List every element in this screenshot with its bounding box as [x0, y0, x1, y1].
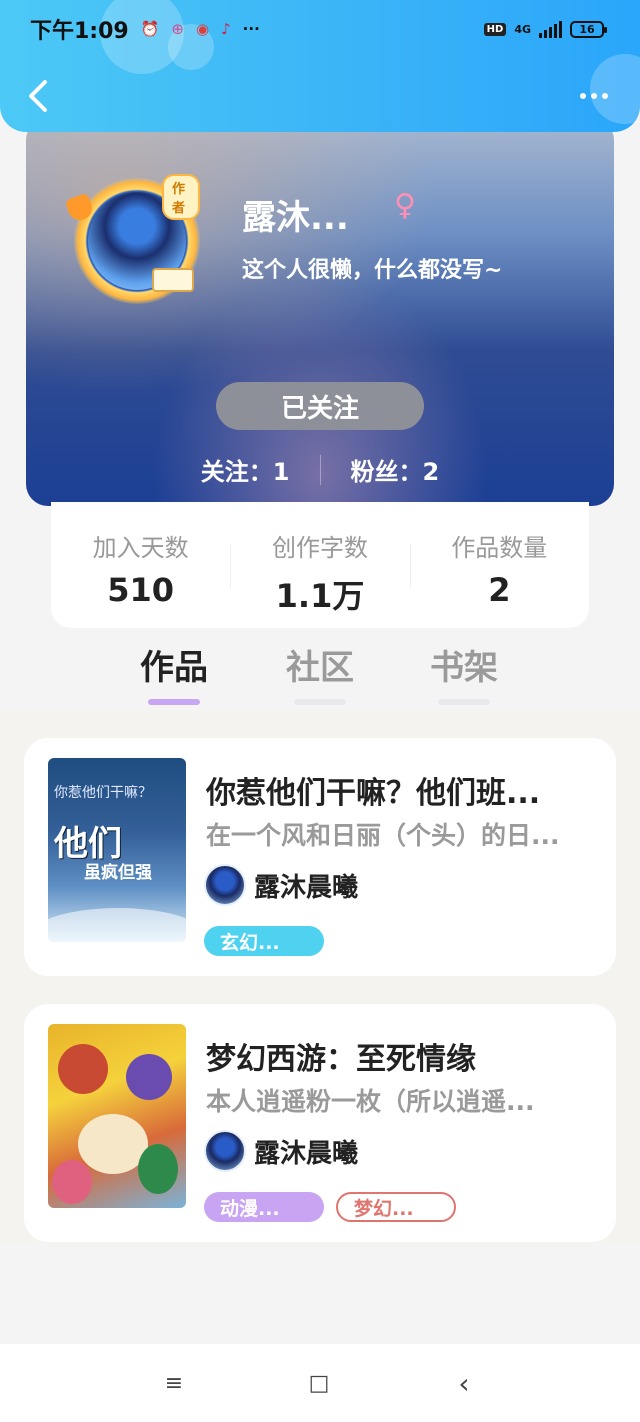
stat-value: 2	[488, 571, 511, 609]
female-icon: ♀	[394, 188, 416, 223]
network-type: 4G	[514, 22, 531, 36]
avatar	[204, 864, 246, 906]
author-stats-panel: 加入天数 510 创作字数 1.1万 作品数量 2	[51, 502, 589, 628]
author-name: 露沐晨曦	[254, 1138, 359, 1169]
divider	[319, 454, 321, 485]
tab-indicator	[148, 699, 200, 705]
back-button[interactable]	[22, 78, 54, 114]
system-nav-bar: ≡ □ ‹	[0, 1344, 640, 1422]
hd-badge: HD	[483, 22, 507, 36]
book-title[interactable]: 梦幻西游：至死情缘	[206, 1034, 598, 1078]
follow-button[interactable]: 已关注	[216, 382, 424, 430]
work-card[interactable]: 你惹他们干嘛？ 他们 虽疯但强 你惹他们干嘛？他们班... 在一个风和日丽（个头…	[24, 738, 616, 976]
status-time: 下午1:09	[30, 19, 129, 44]
more-dots-icon	[580, 93, 586, 99]
cover-decor	[126, 1054, 172, 1100]
book-title[interactable]: 你惹他们干嘛？他们班...	[206, 768, 598, 812]
cover-text: 你惹他们干嘛？	[54, 785, 152, 801]
book-description: 在一个风和日丽（个头）的日...	[206, 821, 560, 850]
tab-works[interactable]: 作品	[124, 640, 224, 705]
chevron-left-icon	[29, 80, 47, 112]
author-name: 露沐晨曦	[254, 872, 359, 903]
system-back-button[interactable]: ‹	[444, 1366, 484, 1400]
stat-label: 作品数量	[451, 534, 548, 562]
profile-card: 作者 露沐... ♀ 这个人很懒，什么都没写~ 已关注 关注：1 粉丝：2	[26, 118, 614, 506]
genre-tag[interactable]: 动漫...	[204, 1192, 324, 1222]
cover-decor	[52, 1160, 92, 1204]
cover-decor	[58, 1044, 108, 1094]
back-icon: ‹	[458, 1366, 470, 1400]
menu-icon: ≡	[164, 1370, 184, 1396]
tab-label: 作品	[140, 648, 208, 688]
work-card[interactable]: 梦幻西游：至死情缘 本人逍遥粉一枚（所以逍遥... 露沐晨曦 动漫... 梦幻.…	[24, 1004, 616, 1242]
battery-icon: 16	[570, 20, 607, 38]
book-description: 本人逍遥粉一枚（所以逍遥...	[206, 1087, 535, 1116]
app-icon-red: ◉	[196, 20, 210, 38]
notification-icons: ⏰ ⊕ ◉ ♪ ···	[141, 20, 260, 38]
tab-bookshelf[interactable]: 书架	[414, 640, 514, 705]
book-cover[interactable]	[48, 1024, 186, 1208]
more-notifications-icon: ···	[242, 20, 260, 38]
status-right: HD 4G 16	[483, 20, 607, 38]
cover-decor	[138, 1144, 178, 1194]
tab-label: 书架	[430, 648, 498, 688]
signal-icon	[539, 20, 562, 38]
genre-tag[interactable]: 梦幻...	[336, 1192, 456, 1222]
author-bio: 这个人很懒，什么都没写~	[242, 258, 503, 283]
book-author[interactable]: 露沐晨曦	[204, 1130, 358, 1172]
tab-label: 社区	[286, 648, 354, 688]
heart-icon	[64, 192, 96, 224]
cover-decor	[48, 908, 186, 942]
stat-value: 510	[107, 571, 175, 609]
app-icon-tiktok: ♪	[221, 20, 231, 38]
following-count[interactable]: 关注：1	[201, 452, 290, 487]
social-stats: 关注：1 粉丝：2	[26, 452, 614, 487]
genre-tag[interactable]: 玄幻...	[204, 926, 324, 956]
app-header: 下午1:09 ⏰ ⊕ ◉ ♪ ··· HD 4G 16	[0, 0, 640, 132]
author-badge: 作者	[162, 174, 200, 220]
author-avatar[interactable]: 作者	[64, 174, 200, 304]
stat-value: 1.1万	[275, 577, 365, 615]
tab-indicator	[438, 699, 490, 705]
book-cover[interactable]: 你惹他们干嘛？ 他们 虽疯但强	[48, 758, 186, 942]
works-list: 你惹他们干嘛？ 他们 虽疯但强 你惹他们干嘛？他们班... 在一个风和日丽（个头…	[0, 710, 640, 1244]
stat-label: 创作字数	[271, 534, 368, 562]
book-icon	[152, 268, 194, 292]
author-name: 露沐...	[242, 198, 349, 238]
tab-bar: 作品 社区 书架	[0, 628, 640, 710]
home-icon: □	[308, 1370, 330, 1396]
stat-label: 加入天数	[92, 534, 189, 562]
app-icon-pink: ⊕	[171, 20, 184, 38]
stat-word-count: 创作字数 1.1万	[230, 502, 409, 628]
avatar	[204, 1130, 246, 1172]
stat-join-days: 加入天数 510	[51, 502, 230, 628]
tab-community[interactable]: 社区	[270, 640, 370, 705]
battery-level: 16	[579, 22, 595, 36]
cover-text: 虽疯但强	[84, 863, 152, 883]
fans-count[interactable]: 粉丝：2	[351, 452, 440, 487]
status-bar: 下午1:09 ⏰ ⊕ ◉ ♪ ··· HD 4G 16	[30, 14, 607, 44]
menu-button[interactable]: ≡	[154, 1368, 194, 1398]
alarm-icon: ⏰	[140, 20, 160, 38]
stat-works-count: 作品数量 2	[409, 502, 589, 628]
tab-indicator	[294, 699, 346, 705]
more-options-button[interactable]	[576, 86, 612, 106]
home-button[interactable]: □	[299, 1368, 339, 1398]
book-author[interactable]: 露沐晨曦	[204, 864, 358, 906]
